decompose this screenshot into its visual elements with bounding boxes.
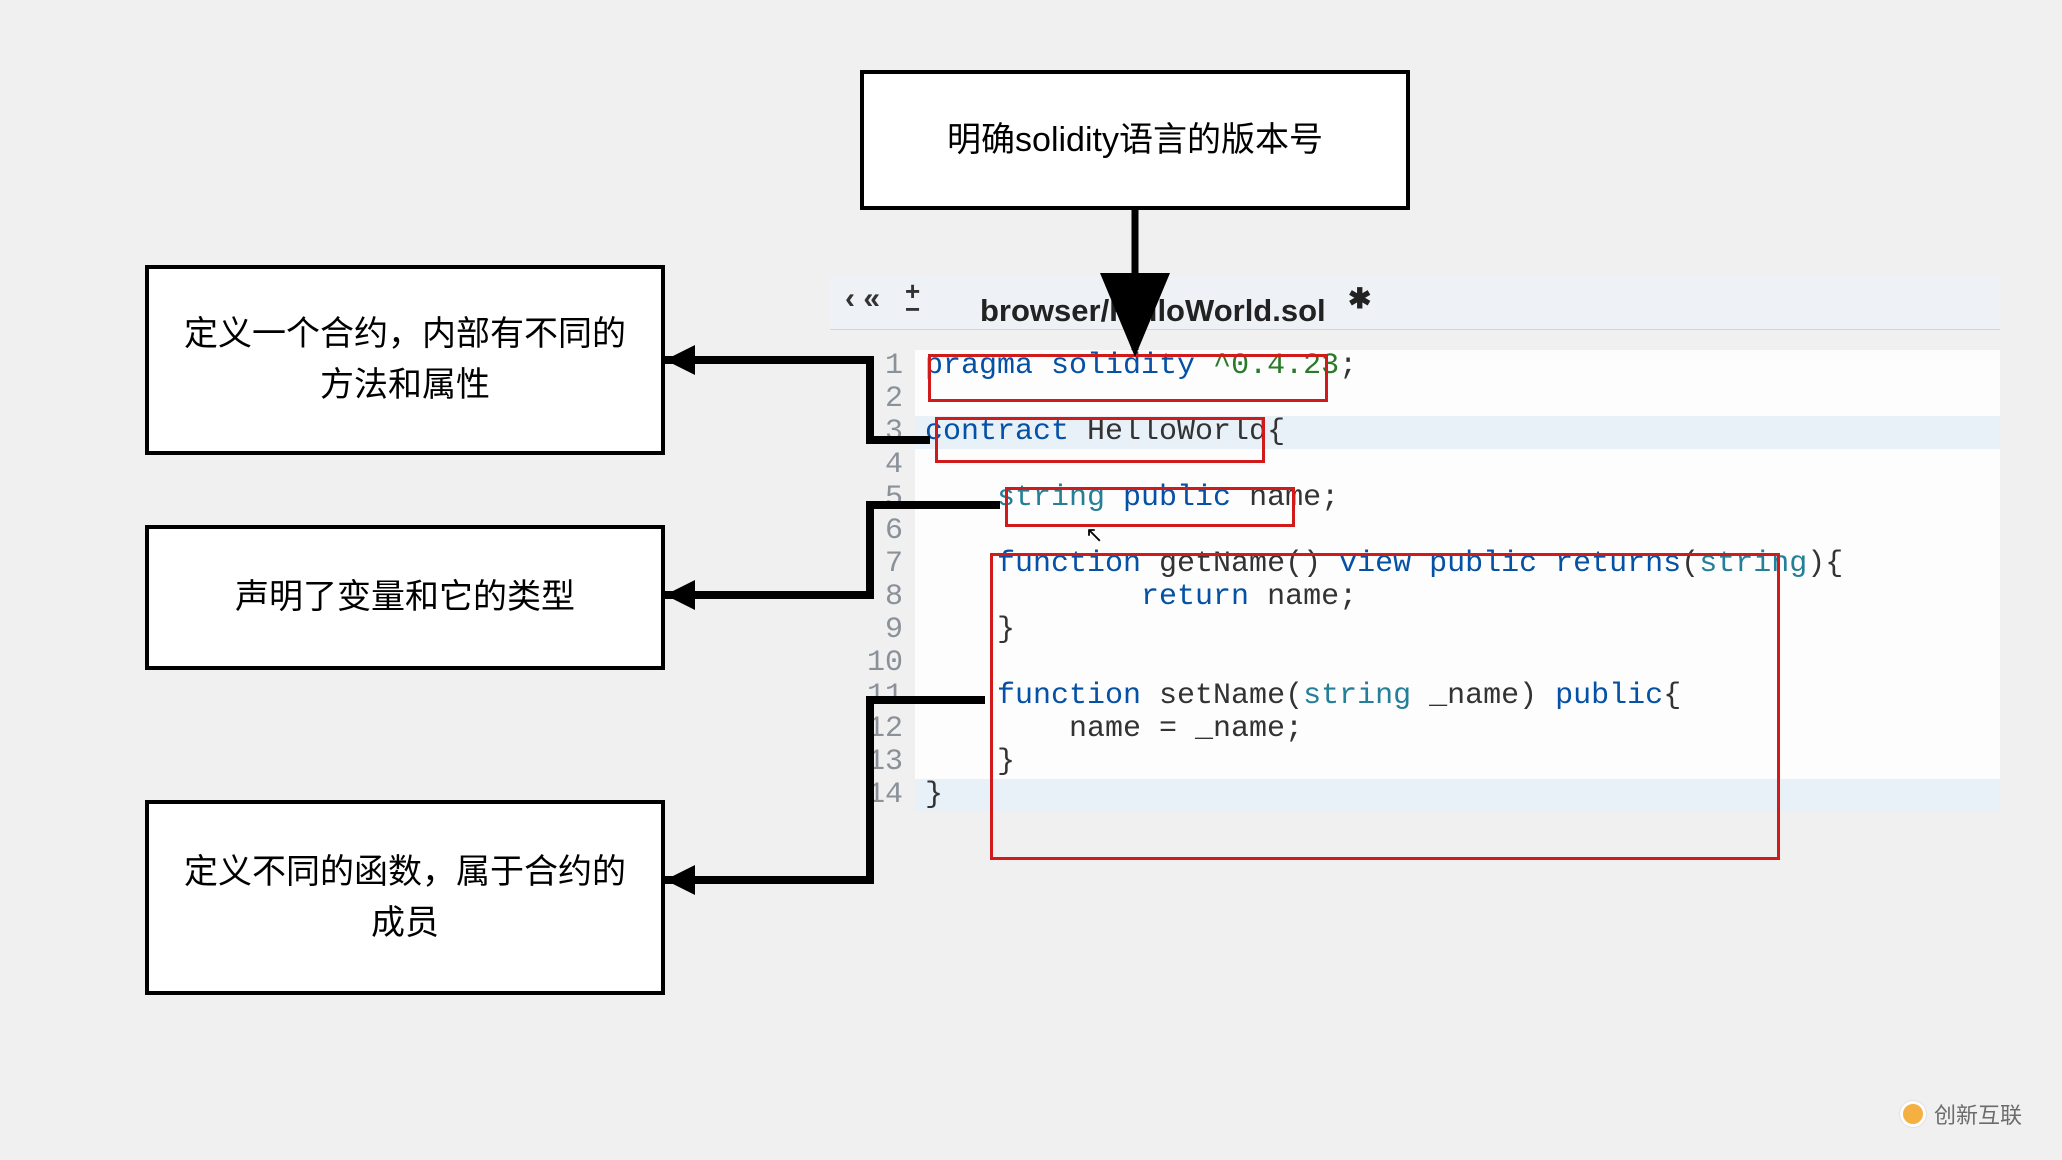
highlight-pragma — [928, 354, 1328, 402]
tab-prevall-icon[interactable]: « — [863, 282, 880, 315]
annotation-left-3: 定义不同的函数，属于合约的成员 — [145, 800, 665, 995]
code-text[interactable] — [915, 647, 943, 680]
diagram-canvas: 明确solidity语言的版本号 定义一个合约，内部有不同的方法和属性 声明了变… — [0, 0, 2062, 1160]
annotation-left-1: 定义一个合约，内部有不同的方法和属性 — [145, 265, 665, 455]
highlight-contract — [935, 417, 1265, 463]
annotation-left-3-text: 定义不同的函数，属于合约的成员 — [169, 847, 641, 949]
annotation-left-2: 声明了变量和它的类型 — [145, 525, 665, 670]
editor-tab-close-icon[interactable]: ✱ — [1348, 282, 1371, 315]
line-number: 14 — [860, 779, 915, 812]
annotation-top-text: 明确solidity语言的版本号 — [947, 115, 1323, 166]
code-text[interactable]: } — [915, 779, 943, 812]
highlight-variable — [1005, 487, 1295, 527]
line-number: 2 — [860, 383, 915, 416]
watermark-logo-icon — [1900, 1101, 1926, 1127]
line-number: 4 — [860, 449, 915, 482]
line-number: 11 ▾ — [860, 680, 915, 713]
code-text[interactable] — [915, 515, 943, 548]
watermark: 创新互联 — [1900, 1098, 2022, 1130]
annotation-left-2-text: 声明了变量和它的类型 — [235, 572, 575, 623]
line-number: 9 — [860, 614, 915, 647]
line-number: 6 — [860, 515, 915, 548]
line-number: 10 — [860, 647, 915, 680]
watermark-text: 创新互联 — [1934, 1098, 2022, 1130]
line-number: 13 — [860, 746, 915, 779]
line-number: 12 — [860, 713, 915, 746]
line-number: 5 — [860, 482, 915, 515]
tab-prev-icon[interactable]: ‹ — [845, 282, 855, 315]
line-number: 7 ▾ — [860, 548, 915, 581]
line-number: 8 — [860, 581, 915, 614]
line-number: 3 ▾ — [860, 416, 915, 449]
annotation-top: 明确solidity语言的版本号 — [860, 70, 1410, 210]
line-number: 1 — [860, 350, 915, 383]
tab-minus-icon[interactable]: − — [905, 300, 920, 318]
editor-tab-name[interactable]: browser/HelloWorld.sol — [980, 293, 1326, 329]
highlight-functions — [990, 553, 1780, 860]
annotation-left-1-text: 定义一个合约，内部有不同的方法和属性 — [169, 309, 641, 411]
tab-nav-icons[interactable]: ‹ « + − — [845, 282, 920, 318]
